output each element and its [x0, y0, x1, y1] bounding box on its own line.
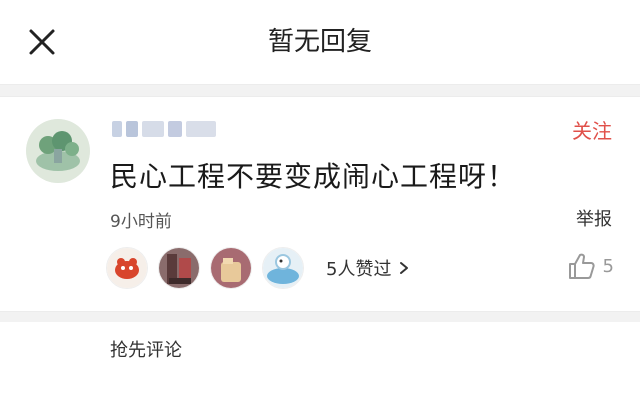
like-count: 5 — [602, 255, 614, 277]
avatar-image — [26, 119, 90, 183]
liker-avatar-2[interactable] — [158, 247, 200, 289]
username — [112, 121, 212, 141]
comment-text: 民心工程不要变成闹心工程呀！ — [110, 160, 517, 193]
thumbs-up-icon — [568, 253, 595, 279]
liked-count-label: 5人赞过 — [326, 259, 392, 280]
close-button[interactable] — [22, 22, 62, 62]
comment-first-button[interactable]: 抢先评论 — [110, 336, 182, 362]
likers-row: 5人赞过 — [106, 247, 409, 289]
liker-avatar-4[interactable] — [262, 247, 304, 289]
close-icon — [29, 29, 55, 55]
liked-count-link[interactable]: 5人赞过 — [326, 255, 409, 281]
comment-time: 9小时前 — [110, 212, 172, 232]
commenter-avatar[interactable] — [26, 119, 90, 183]
follow-button[interactable]: 关注 — [572, 115, 612, 144]
page-title: 暂无回复 — [267, 27, 372, 57]
report-button[interactable]: 举报 — [576, 205, 612, 231]
comment-first-section: 抢先评论 — [0, 322, 640, 417]
like-button[interactable]: 5 — [567, 251, 614, 281]
liker-avatar-1[interactable] — [106, 247, 148, 289]
chevron-right-icon — [400, 262, 409, 274]
comment-card: 关注 民心工程不要变成闹心工程呀！ 9小时前 举报 5人赞过 5 — [0, 96, 640, 312]
top-bar: 暂无回复 — [0, 0, 640, 85]
liker-avatar-3[interactable] — [210, 247, 252, 289]
